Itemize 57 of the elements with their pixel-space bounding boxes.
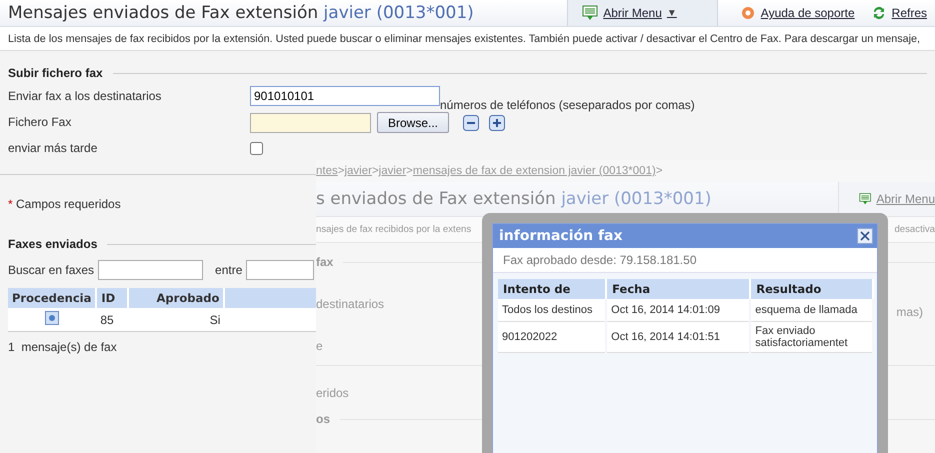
refresh-link[interactable]: Refres — [862, 0, 935, 26]
list-icon — [859, 191, 872, 207]
file-field[interactable] — [250, 112, 371, 132]
field-label: Fichero Fax — [8, 114, 72, 129]
field-label: eridos — [316, 386, 349, 400]
breadcrumb-separator: > — [406, 165, 413, 177]
breadcrumb-separator: > — [338, 165, 344, 177]
page-title: Mensajes enviados de Fax extensión javier (0013*001) — [8, 3, 475, 23]
dialog-source: Fax aprobado desde: 79.158.181.50 — [493, 248, 877, 273]
search-field[interactable] — [98, 260, 204, 280]
menu-link[interactable]: Abrir Menu ▼ — [567, 0, 718, 26]
page-description: desactiva — [894, 224, 935, 235]
section-heading: fax — [316, 255, 334, 269]
column-header: Resultado — [750, 279, 873, 299]
table-cell: esquema de llamada — [750, 299, 873, 322]
column-header: Fecha — [606, 279, 750, 299]
between-label: entre — [215, 263, 242, 277]
table-cell: Fax enviado satisfactoriamentet — [750, 322, 873, 352]
column-header: Intento de — [498, 279, 606, 299]
column-header: Aprobado — [128, 288, 224, 308]
page-description: Lista de los mensajes de fax recibidos por la extensión. Usted puede buscar o eliminar mensajes existentes. También puede activar / desactivar el Centro de Fax. Para descargar un mensaje, — [0, 27, 935, 51]
section-heading: Faxes enviados — [8, 237, 98, 251]
message-count: 1 mensaje(s) de fax — [8, 340, 117, 354]
column-header: Procedencia — [8, 288, 96, 308]
page-description: nsajes de fax recibidos por la extens — [316, 224, 472, 235]
close-icon — [860, 231, 870, 241]
dialog-title: información fax — [499, 228, 623, 244]
recipients-field[interactable]: 901010101 — [250, 86, 440, 106]
list-icon — [582, 5, 598, 21]
field-label: enviar más tarde — [8, 140, 98, 155]
breadcrumb-separator: > — [372, 165, 379, 177]
field-hint: mas) — [896, 305, 924, 319]
field-label: destinatarios — [316, 297, 384, 311]
table-cell: 901202022 — [498, 322, 606, 352]
table-cell: Oct 16, 2014 14:01:51 — [606, 322, 750, 352]
remove-icon[interactable] — [463, 114, 480, 130]
column-header: ID — [96, 288, 128, 308]
send-later-checkbox[interactable] — [250, 142, 263, 155]
support-link[interactable]: Ayuda de soporte — [732, 0, 863, 26]
table-cell: Oct 16, 2014 14:01:09 — [606, 299, 750, 322]
date-field[interactable] — [246, 260, 314, 280]
required-note: * Campos requeridos — [8, 197, 121, 211]
add-icon[interactable] — [489, 114, 506, 130]
section-heading: os — [316, 412, 330, 426]
table-cell: 85 — [96, 308, 128, 332]
section-heading: Subir fichero fax — [8, 66, 103, 80]
field-label: Enviar fax a los destinatarios — [8, 88, 162, 103]
breadcrumb-separator: > — [656, 165, 663, 177]
field-label: e — [316, 339, 323, 353]
lifebuoy-icon — [740, 5, 756, 21]
table-cell: Todos los destinos — [498, 299, 606, 322]
table-cell: Si — [128, 308, 224, 332]
close-button[interactable] — [857, 228, 873, 244]
search-label: Buscar en faxes — [8, 263, 94, 277]
page-title: s enviados de Fax extensión javier (0013*001) — [316, 189, 712, 209]
browse-button[interactable]: Browse... — [377, 112, 450, 133]
field-hint: números de teléfonos (seseparados por comas) — [440, 98, 695, 112]
